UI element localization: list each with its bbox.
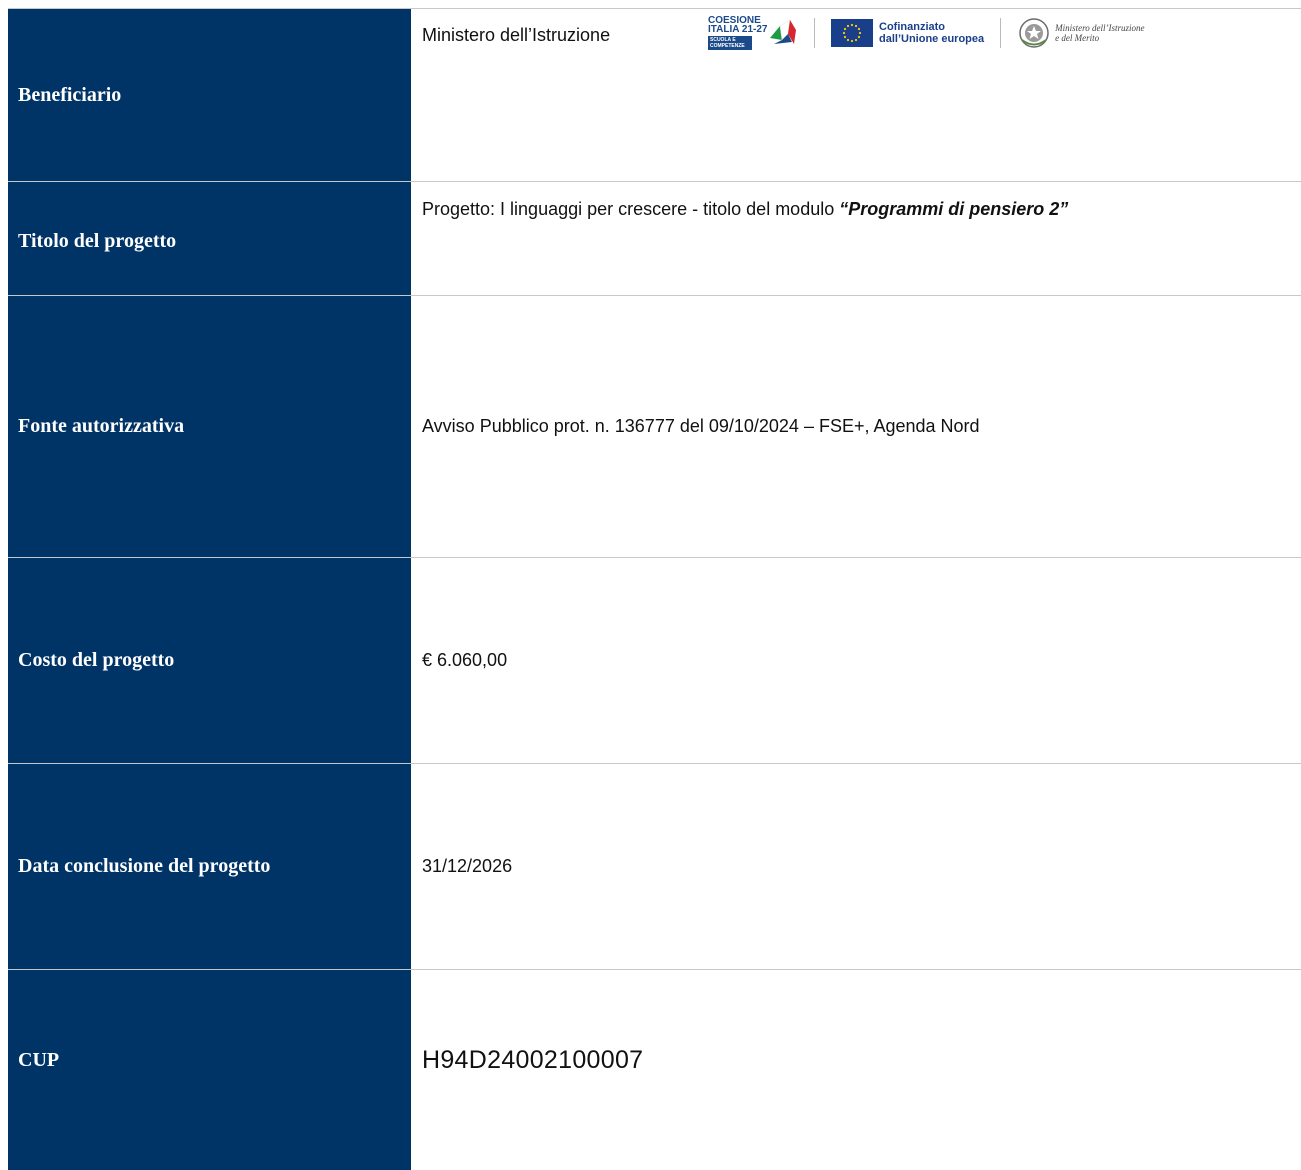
value-fonte: Avviso Pubblico prot. n. 136777 del 09/1… [422,416,980,436]
value-costo-cell: € 6.060,00 [422,558,1301,763]
label-cup: CUP [8,970,411,1170]
row-titolo: Titolo del progetto Progetto: I linguagg… [8,182,1301,296]
value-costo: € 6.060,00 [422,650,508,670]
label-beneficiario: Beneficiario [8,9,411,181]
coesione-italia-logo: COESIONE ITALIA 21-27 SCUOLA E COMPETENZ… [708,15,798,51]
value-titolo-modulo: “Programmi di pensiero 2” [839,199,1069,219]
value-cup: H94D24002100007 [422,1045,644,1074]
project-info-table: Beneficiario Ministero dell’Istruzione C… [8,8,1301,1170]
eu-flag-icon [831,19,873,47]
value-cup-cell: H94D24002100007 [422,970,1301,1170]
value-data-conclusione-cell: 31/12/2026 [422,764,1301,969]
row-costo: Costo del progetto € 6.060,00 [8,558,1301,764]
coesione-line2: ITALIA 21-27 [708,24,768,35]
coesione-band: SCUOLA E COMPETENZE [708,36,752,50]
label-fonte: Fonte autorizzativa [8,296,411,557]
italian-emblem-icon [1019,18,1049,48]
value-titolo-cell: Progetto: I linguaggi per crescere - tit… [422,182,1301,295]
value-titolo-prefix: Progetto: I linguaggi per crescere - tit… [422,199,840,219]
ministry-line2: e del Merito [1055,33,1100,43]
row-fonte: Fonte autorizzativa Avviso Pubblico prot… [8,296,1301,558]
value-data-conclusione: 31/12/2026 [422,856,513,876]
value-fonte-cell: Avviso Pubblico prot. n. 136777 del 09/1… [422,296,1301,557]
label-data-conclusione: Data conclusione del progetto [8,764,411,969]
eu-line1: Cofinanziato [879,21,945,33]
row-beneficiario: Beneficiario Ministero dell’Istruzione C… [8,9,1301,182]
coesione-flag-icon [770,19,796,44]
ministero-istruzione-logo: Ministero dell’Istruzione e del Merito [1017,15,1145,51]
label-costo: Costo del progetto [8,558,411,763]
eu-cofinanziato-logo: Cofinanziato dall’Unione europea [831,15,984,51]
label-titolo: Titolo del progetto [8,182,411,295]
row-cup: CUP H94D24002100007 [8,970,1301,1170]
logo-separator [814,18,815,48]
value-beneficiario: Ministero dell’Istruzione [422,25,611,45]
funding-logos: COESIONE ITALIA 21-27 SCUOLA E COMPETENZ… [708,13,1145,53]
eu-line2: dall’Unione europea [879,33,985,45]
value-titolo: Progetto: I linguaggi per crescere - tit… [422,199,1068,220]
ministry-line1: Ministero dell’Istruzione [1055,23,1145,33]
logo-separator [1000,18,1002,48]
row-data-conclusione: Data conclusione del progetto 31/12/2026 [8,764,1301,970]
